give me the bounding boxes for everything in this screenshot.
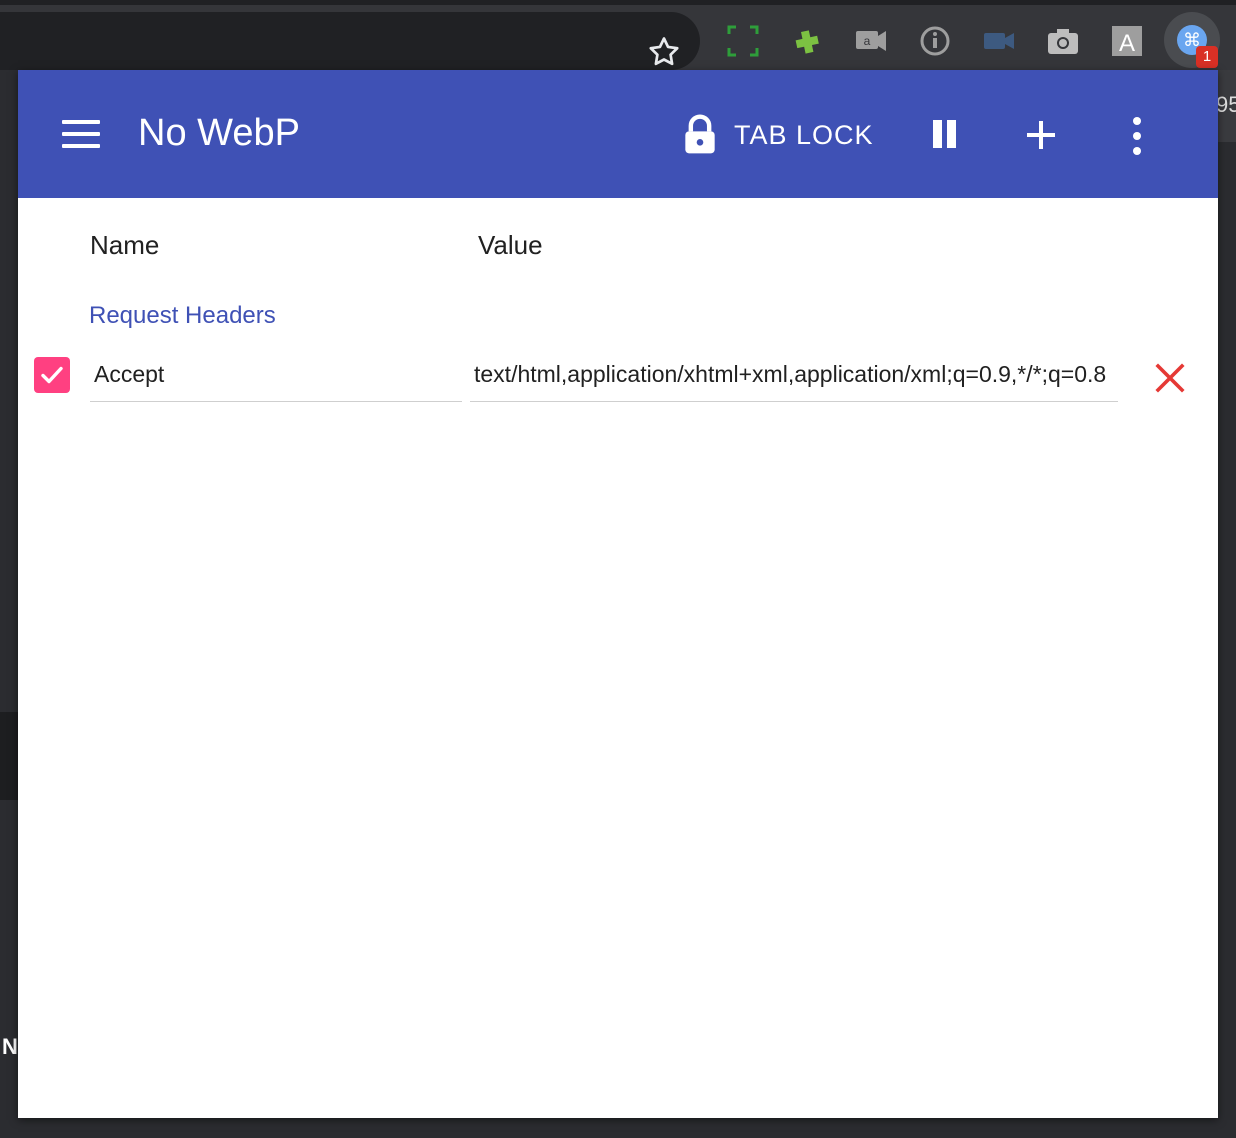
more-vert-dot (1133, 132, 1141, 140)
camera-video-icon[interactable] (982, 24, 1016, 58)
more-vert-icon (1133, 117, 1141, 125)
page-edge-text: 95 (1216, 92, 1236, 117)
close-icon (1155, 363, 1185, 393)
header-name-field[interactable]: Accept (90, 350, 462, 402)
menu-icon-line (62, 144, 100, 148)
add-header-button[interactable] (1018, 112, 1064, 158)
extension-badge: 1 (1196, 46, 1218, 68)
header-enabled-checkbox[interactable] (34, 357, 70, 393)
lock-icon (685, 114, 715, 154)
more-options-button[interactable] (1118, 114, 1158, 158)
header-value-field[interactable]: text/html,application/xhtml+xml,applicat… (470, 350, 1118, 402)
section-title-request-headers: Request Headers (89, 302, 276, 329)
font-extension-icon[interactable]: A (1110, 24, 1144, 58)
menu-button[interactable] (58, 114, 106, 154)
pause-icon-bar (947, 120, 956, 148)
more-vert-dot (1133, 147, 1141, 155)
address-bar[interactable] (0, 12, 700, 70)
menu-icon-line (62, 132, 100, 136)
svg-text:a: a (864, 34, 871, 48)
video-chat-extension-icon[interactable]: a (854, 24, 888, 58)
camera-icon[interactable] (1046, 24, 1080, 58)
delete-header-button[interactable] (1152, 360, 1188, 396)
menu-icon (62, 120, 100, 124)
extension-popup: No WebP TAB LOCK Name Value Request Head… (18, 70, 1218, 1118)
puzzle-extension-icon[interactable] (790, 24, 824, 58)
page-title: No WebP (138, 112, 300, 154)
column-header-name: Name (90, 230, 160, 260)
page-edge-letter: N (2, 1034, 18, 1059)
screenshot-crop-icon[interactable] (726, 24, 760, 58)
check-icon (41, 366, 63, 384)
info-extension-icon[interactable] (918, 24, 952, 58)
page-dark-band (0, 712, 18, 800)
browser-top-strip (0, 0, 1236, 5)
tab-lock-label: TAB LOCK (734, 120, 874, 150)
svg-text:A: A (1119, 30, 1135, 57)
pause-button[interactable] (926, 116, 966, 156)
pause-icon (933, 120, 942, 148)
plus-icon-bar (1039, 121, 1043, 149)
bookmark-star-icon[interactable] (646, 34, 682, 70)
column-header-value: Value (478, 230, 543, 260)
app-bar: No WebP TAB LOCK (18, 70, 1218, 198)
